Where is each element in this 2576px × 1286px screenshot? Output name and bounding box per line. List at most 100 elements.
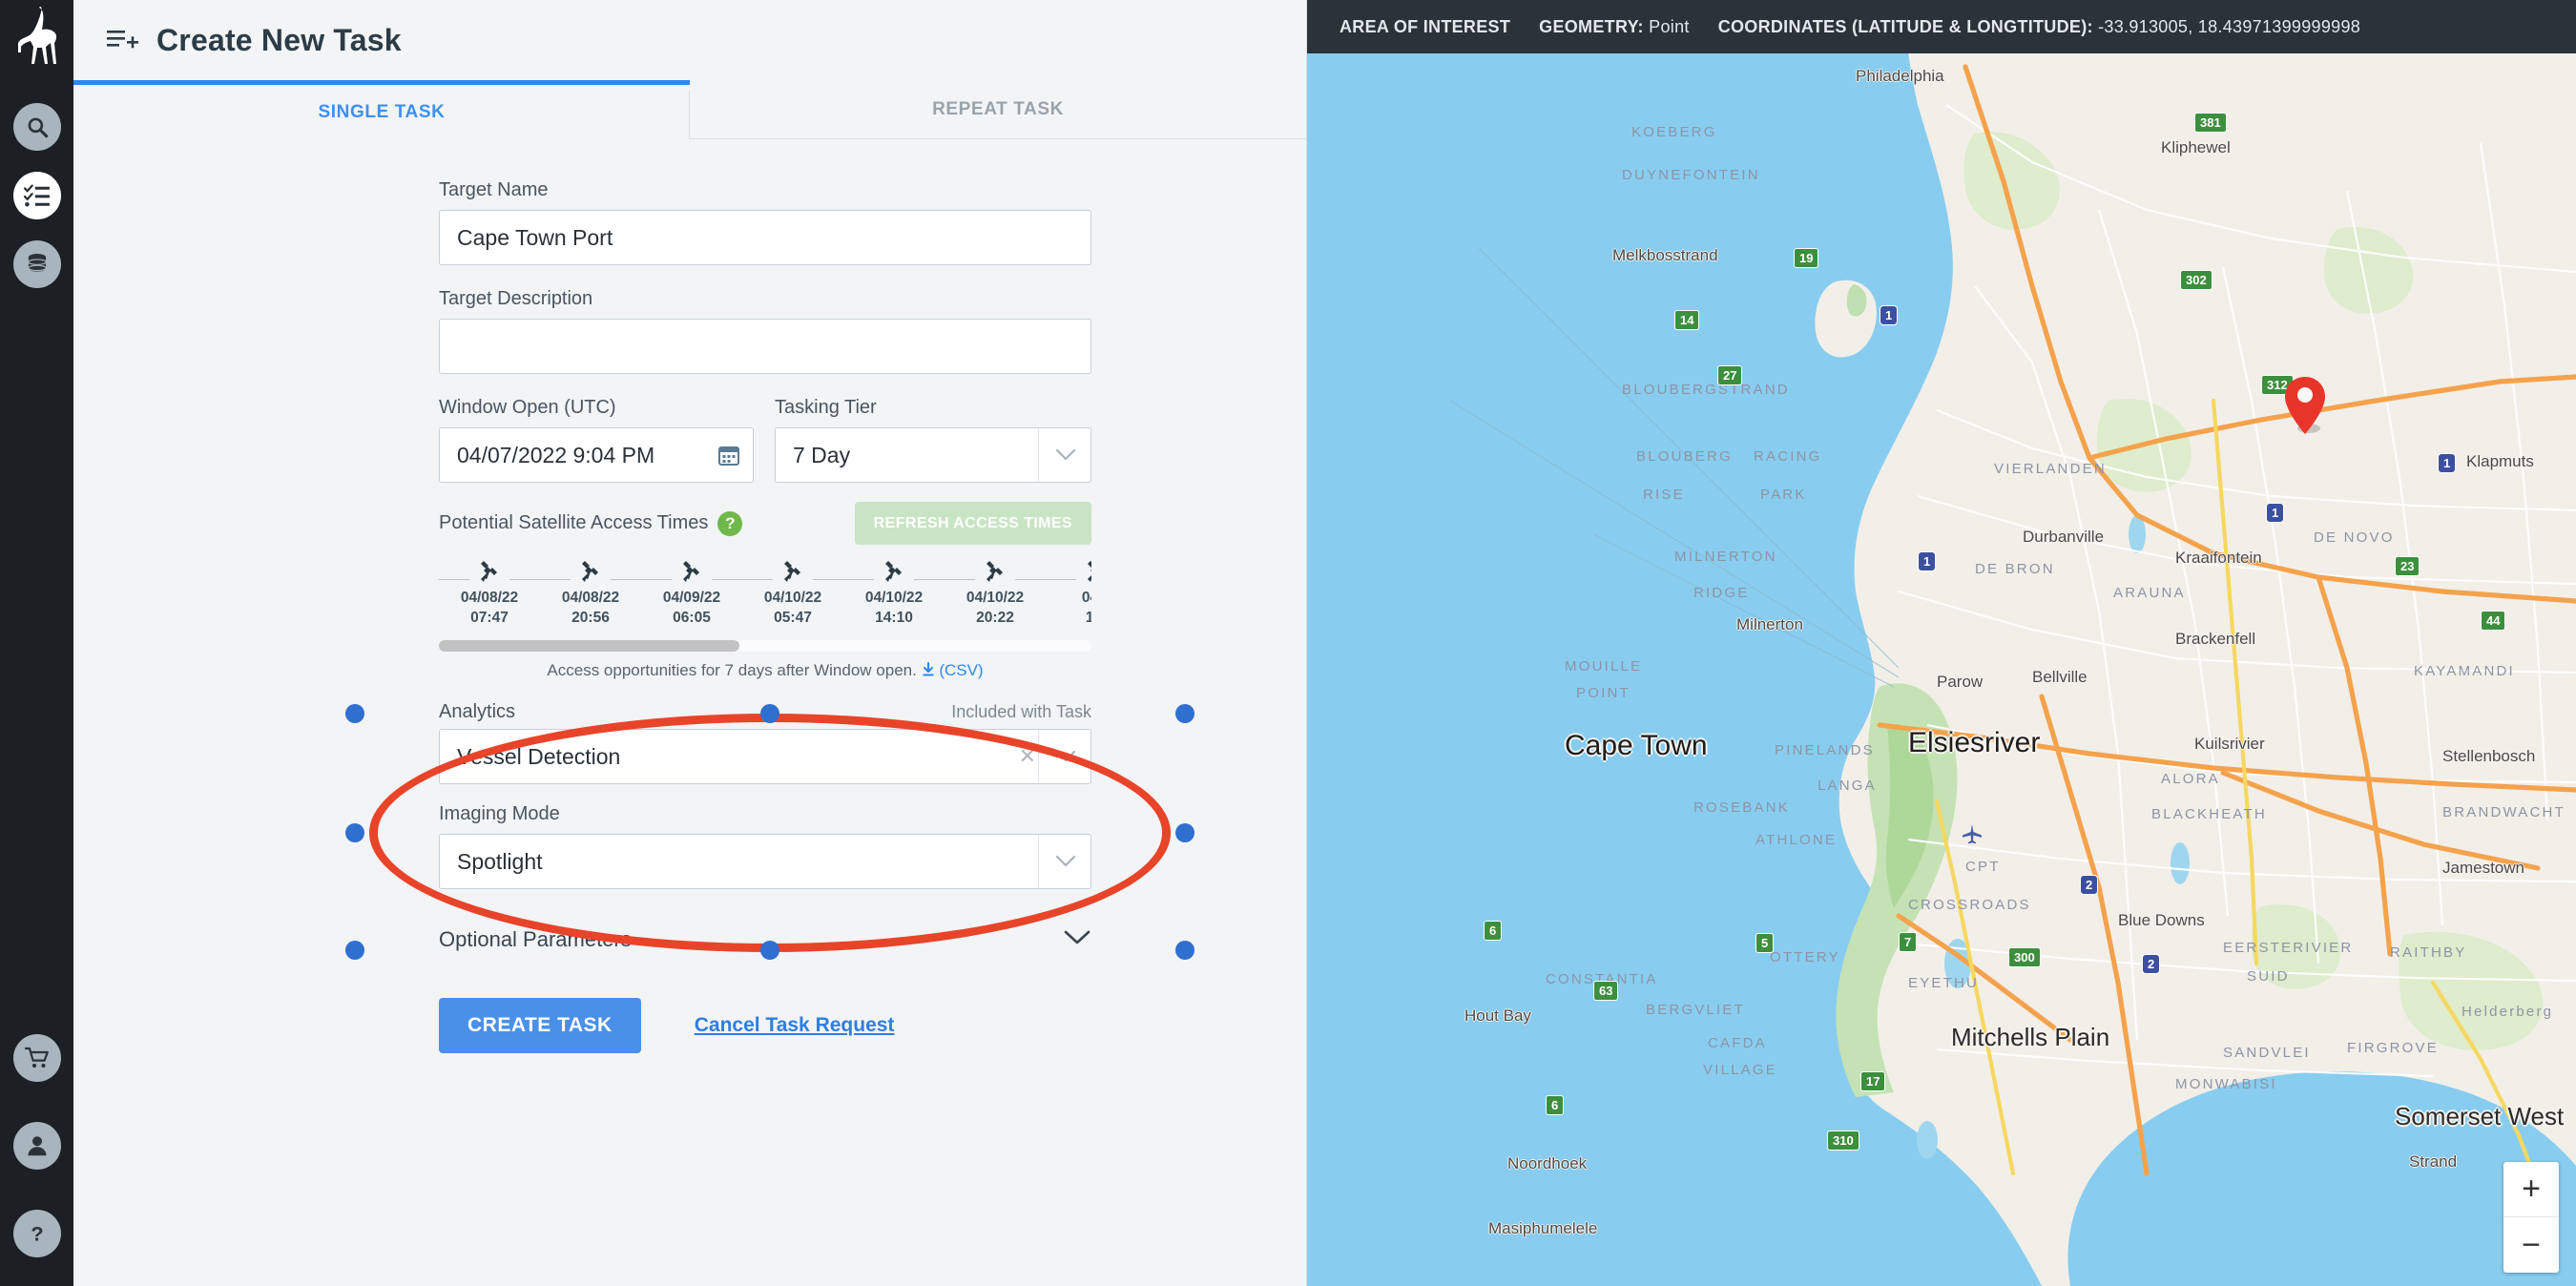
help-icon: ? (31, 1222, 43, 1246)
clear-x-icon[interactable]: ✕ (1019, 744, 1036, 769)
road-shield: 7 (1899, 932, 1918, 952)
road-shield: 17 (1860, 1071, 1886, 1091)
cart-icon (24, 1047, 49, 1068)
road-shield: 6 (1484, 921, 1503, 941)
tab-repeat-task-label: REPEAT TASK (932, 98, 1064, 119)
analytics-header: Analytics Included with Task (439, 701, 1091, 729)
road-shield: 1 (1918, 551, 1937, 571)
access-times-label: Potential Satellite Access Times (439, 512, 709, 533)
chevron-down-icon[interactable] (1038, 428, 1091, 482)
sidebar-item-archive[interactable] (12, 240, 61, 288)
target-name-label: Target Name (439, 179, 549, 200)
database-icon (27, 254, 47, 272)
road-shield: 5 (1755, 933, 1775, 953)
access-time-date: 04/08/22 07:47 (460, 590, 519, 626)
satellite-access-timeline: 04/08/22 07:47 04/08/22 20:56 04/09/22 06:05 0… (439, 556, 1091, 680)
optional-parameters-chevron-down-icon[interactable] (1063, 927, 1091, 952)
access-time-date: 04/10/22 05:47 (763, 590, 822, 626)
access-times-note-text: Access opportunities for 7 days after Wi… (547, 661, 917, 679)
analytics-chevron-down-icon[interactable] (1038, 730, 1091, 783)
tasking-tier-label: Tasking Tier (775, 397, 877, 418)
access-time-entry[interactable]: 04/08/22 07:47 (439, 556, 546, 629)
left-nav-rail: ? (0, 0, 73, 1286)
window-open-label: Window Open (UTC) (439, 397, 616, 418)
access-time-entry[interactable]: 04/10/22 05:47 (737, 556, 849, 629)
download-icon[interactable] (922, 661, 940, 679)
road-shield: 23 (2395, 556, 2420, 576)
access-time-entry[interactable]: 04/09/22 06:05 (635, 556, 748, 629)
svg-text:?: ? (31, 1222, 43, 1246)
tab-single-task[interactable]: SINGLE TASK (73, 80, 690, 139)
sidebar-item-cart[interactable] (12, 1034, 61, 1082)
field-tasking-tier: Tasking Tier (775, 397, 1091, 483)
tab-repeat-task[interactable]: REPEAT TASK (690, 80, 1306, 139)
road-shield: 27 (1717, 365, 1743, 385)
field-analytics: Analytics Included with Task ✕ (439, 701, 1306, 784)
field-window-open: Window Open (UTC) (439, 397, 754, 483)
coordinates-info: COORDINATES (LATITUDE & LONGTITUDE): -33… (1718, 17, 2360, 37)
sidebar-item-tasks[interactable] (12, 172, 61, 219)
area-of-interest-label: AREA OF INTEREST (1340, 16, 1511, 36)
location-pin-marker[interactable] (2280, 375, 2330, 443)
optional-parameters-toggle[interactable]: Optional Parameters (439, 927, 1091, 952)
panel-header: Create New Task (73, 0, 1306, 80)
road-shield: 381 (2194, 113, 2227, 133)
geometry-info: GEOMETRY: Point (1539, 17, 1690, 37)
timeline-scrollbar[interactable] (439, 640, 1091, 652)
access-time-entry[interactable]: 04/112: (1040, 556, 1091, 629)
road-shield: 6 (1546, 1095, 1565, 1115)
access-time-date: 04/08/22 20:56 (561, 590, 620, 626)
access-times-note: Access opportunities for 7 days after Wi… (439, 661, 1091, 680)
access-times-csv-link[interactable]: (CSV) (939, 661, 983, 679)
access-time-entry[interactable]: 04/10/22 14:10 (838, 556, 950, 629)
road-shield: 2 (2142, 954, 2161, 974)
road-shield: 302 (2180, 270, 2212, 290)
search-icon (28, 117, 48, 138)
road-shield: 14 (1674, 310, 1700, 330)
coordinates-label: COORDINATES (LATITUDE & LONGTITUDE): (1717, 16, 2093, 36)
timeline-track[interactable]: 04/08/22 07:47 04/08/22 20:56 04/09/22 06:05 0… (439, 556, 1091, 636)
geometry-label: GEOMETRY: (1539, 16, 1644, 36)
field-target-description: Target Description (439, 288, 1306, 374)
imaging-mode-label: Imaging Mode (439, 803, 560, 824)
sidebar-item-account[interactable] (12, 1122, 61, 1170)
user-icon (27, 1136, 47, 1156)
access-time-entry[interactable]: 04/08/22 20:56 (534, 556, 647, 629)
satellite-icon (439, 556, 546, 589)
sidebar-item-help[interactable]: ? (12, 1210, 61, 1257)
access-times-header: Potential Satellite Access Times ? REFRE… (439, 502, 1091, 545)
target-name-input[interactable] (439, 210, 1091, 265)
imaging-mode-select[interactable] (439, 834, 1091, 889)
satellite-icon (635, 556, 748, 589)
map-panel[interactable]: Philadelphia KOEBERG DUYNEFONTEIN Kliphewel… (1307, 0, 2576, 1286)
zoom-out-button[interactable]: − (2503, 1217, 2559, 1273)
road-shield: 310 (1827, 1130, 1859, 1151)
window-tier-row: Window Open (UTC) 04/07/2022 9:04 PM Tas… (439, 397, 1306, 483)
map-info-bar: AREA OF INTEREST GEOMETRY: Point COORDIN… (1307, 0, 2576, 53)
map-canvas[interactable] (1307, 0, 2576, 1286)
access-time-entry[interactable]: 04/10/22 20:22 (939, 556, 1051, 629)
road-shield: 2 (2080, 875, 2099, 895)
window-open-input[interactable] (439, 427, 754, 483)
zoom-in-button[interactable]: + (2503, 1162, 2559, 1217)
road-shield: 44 (2481, 611, 2506, 631)
refresh-access-times-button[interactable]: REFRESH ACCESS TIMES (854, 502, 1091, 545)
cancel-task-request-link[interactable]: Cancel Task Request (695, 1014, 895, 1037)
sidebar-item-search[interactable] (12, 103, 61, 151)
coordinates-value: -33.913005, 18.43971399999998 (2098, 16, 2361, 36)
road-shield: 300 (2008, 947, 2041, 967)
page-title: Create New Task (156, 22, 402, 57)
create-task-button[interactable]: CREATE TASK (439, 998, 641, 1053)
company-antelope-logo (9, 4, 66, 82)
satellite-icon (737, 556, 849, 589)
analytics-included-note: Included with Task (951, 702, 1091, 721)
access-time-date: 04/10/22 20:22 (966, 590, 1025, 626)
access-time-date: 04/10/22 14:10 (864, 590, 924, 626)
target-description-input[interactable] (439, 319, 1091, 374)
timeline-scroll-thumb[interactable] (439, 640, 739, 652)
task-list-icon (23, 184, 50, 207)
imaging-mode-chevron-down-icon[interactable] (1038, 835, 1091, 888)
help-tooltip-icon[interactable]: ? (717, 510, 743, 536)
target-description-label: Target Description (439, 288, 593, 309)
analytics-select[interactable] (439, 729, 1091, 784)
